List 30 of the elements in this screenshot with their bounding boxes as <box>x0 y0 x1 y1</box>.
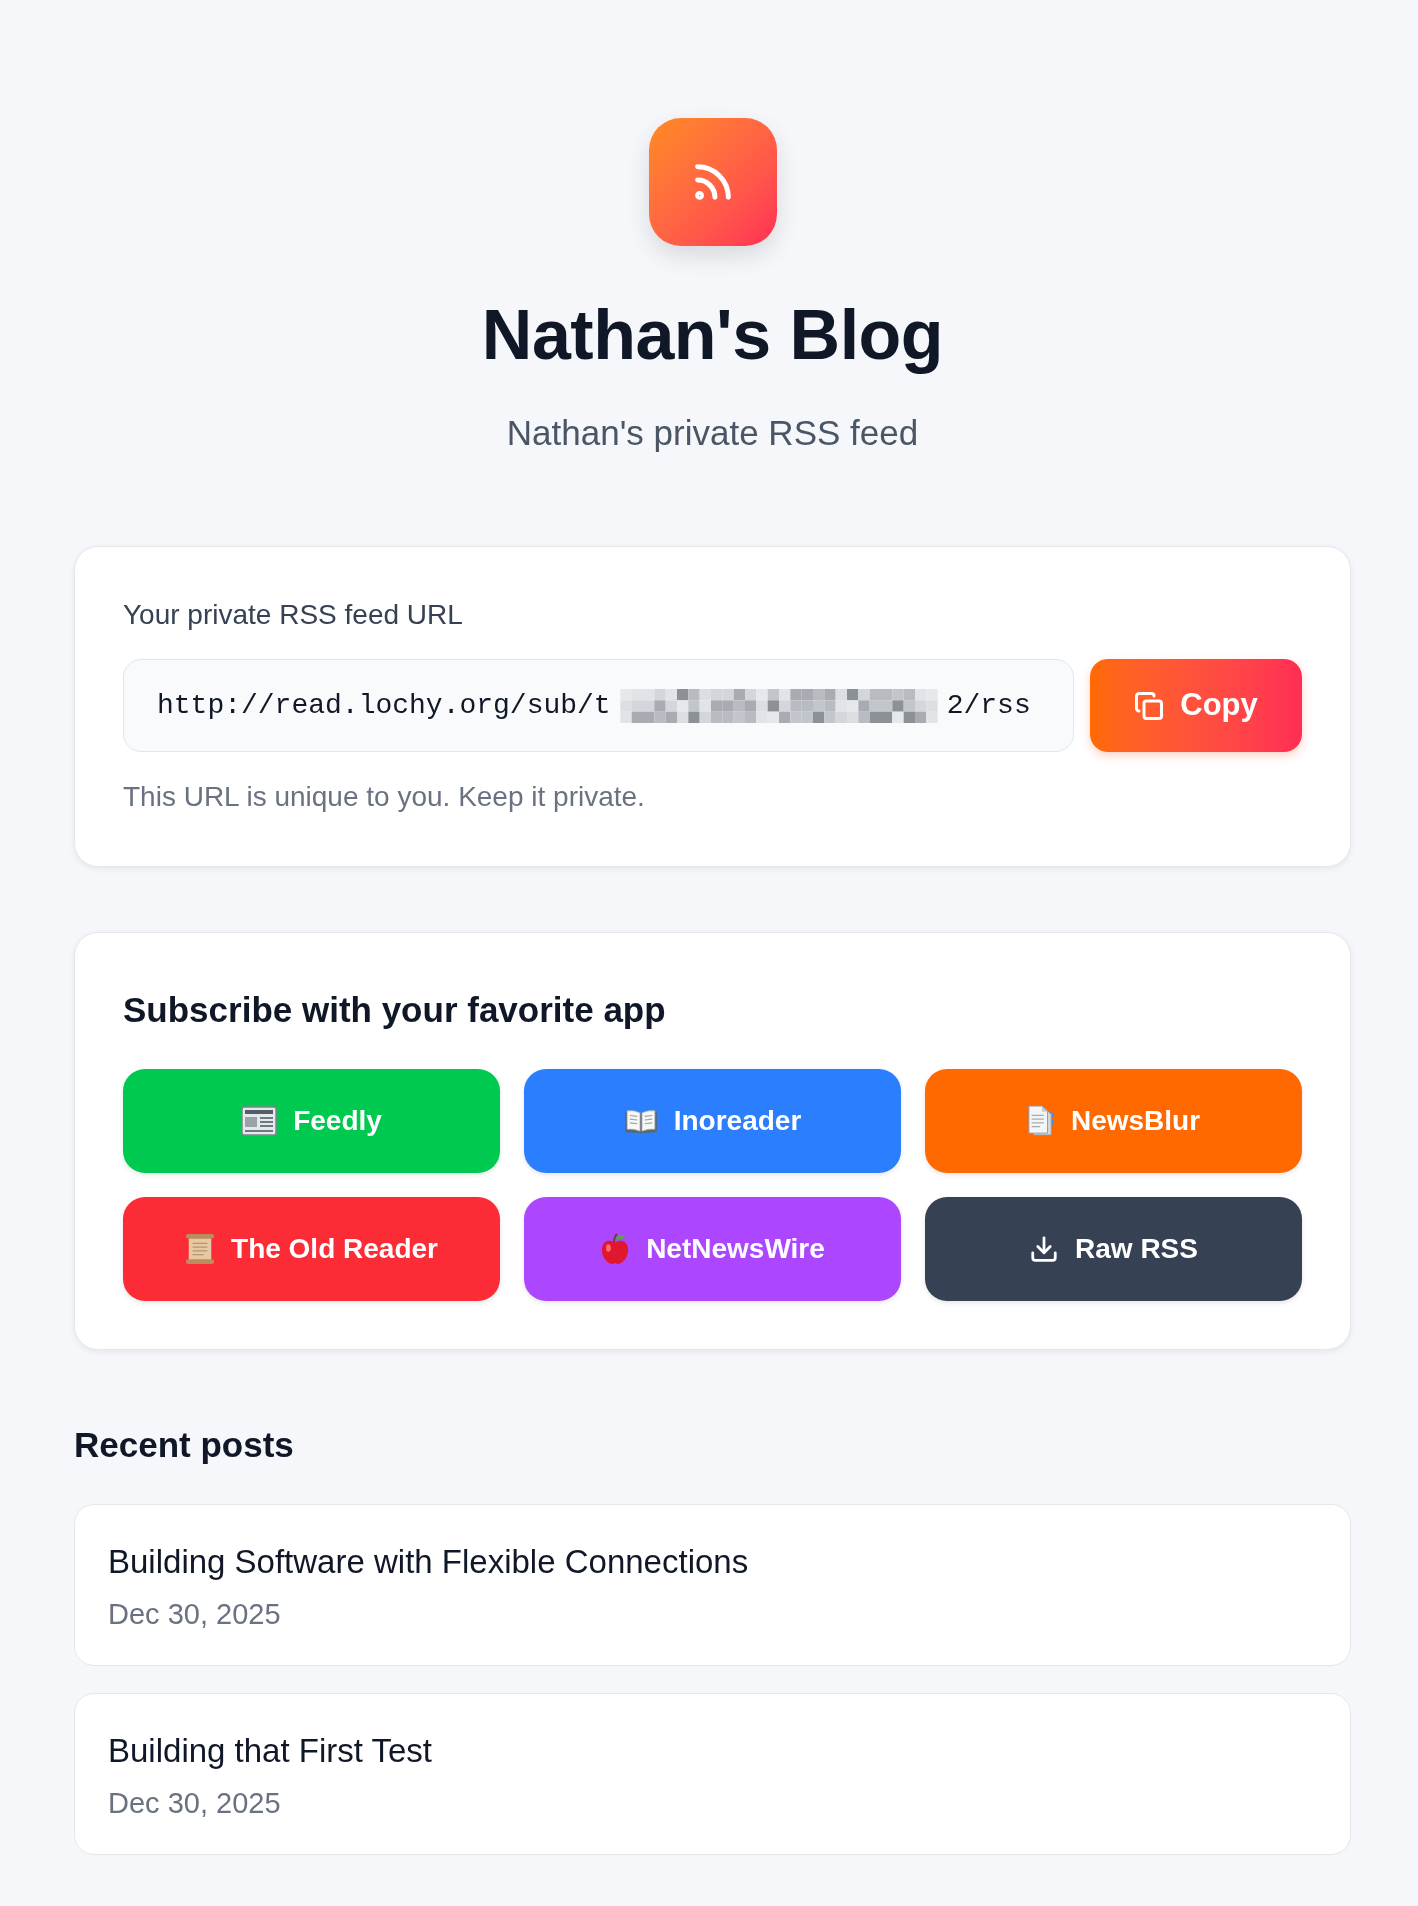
url-start-text: http://read.lochy.org/sub/t <box>157 688 611 723</box>
blog-subtitle: Nathan's private RSS feed <box>506 412 919 454</box>
feed-url-field[interactable]: http://read.lochy.org/sub/t 2/rss <box>123 659 1074 752</box>
rss-logo-icon <box>648 118 777 246</box>
subscribe-app-button[interactable]: NetNewsWire <box>524 1197 901 1301</box>
newspaper-icon <box>241 1106 278 1136</box>
subscribe-app-button[interactable]: Feedly <box>123 1069 500 1173</box>
document-pages-icon <box>1026 1105 1055 1137</box>
feed-url-label: Your private RSS feed URL <box>123 598 463 632</box>
post-date: Dec 30, 2025 <box>108 1786 281 1820</box>
download-icon <box>1029 1234 1060 1264</box>
post-date: Dec 30, 2025 <box>108 1597 281 1631</box>
subscribe-app-button[interactable]: The Old Reader <box>123 1197 500 1301</box>
post-card[interactable]: Building that First Test Dec 30, 2025 <box>74 1693 1351 1855</box>
copy-button[interactable]: Copy <box>1090 659 1302 752</box>
subscribe-heading: Subscribe with your favorite app <box>123 989 666 1031</box>
url-end-text: 2/rss <box>946 688 1031 723</box>
subscribe-app-button[interactable]: Raw RSS <box>925 1197 1302 1301</box>
post-card[interactable]: Building Software with Flexible Connections Dec 30, 2025 <box>74 1504 1351 1666</box>
subscribe-app-button[interactable]: Inoreader <box>524 1069 901 1173</box>
recent-posts-heading: Recent posts <box>74 1424 294 1466</box>
scroll-icon <box>185 1233 216 1265</box>
blog-title: Nathan's Blog <box>481 295 944 376</box>
subscribe-app-button[interactable]: NewsBlur <box>925 1069 1302 1173</box>
privacy-hint: This URL is unique to you. Keep it private. <box>123 780 645 814</box>
open-book-icon <box>623 1108 658 1134</box>
post-title: Building that First Test <box>108 1732 433 1770</box>
post-title: Building Software with Flexible Connections <box>108 1543 749 1581</box>
apple-icon <box>600 1233 631 1265</box>
copy-icon <box>1134 690 1165 721</box>
